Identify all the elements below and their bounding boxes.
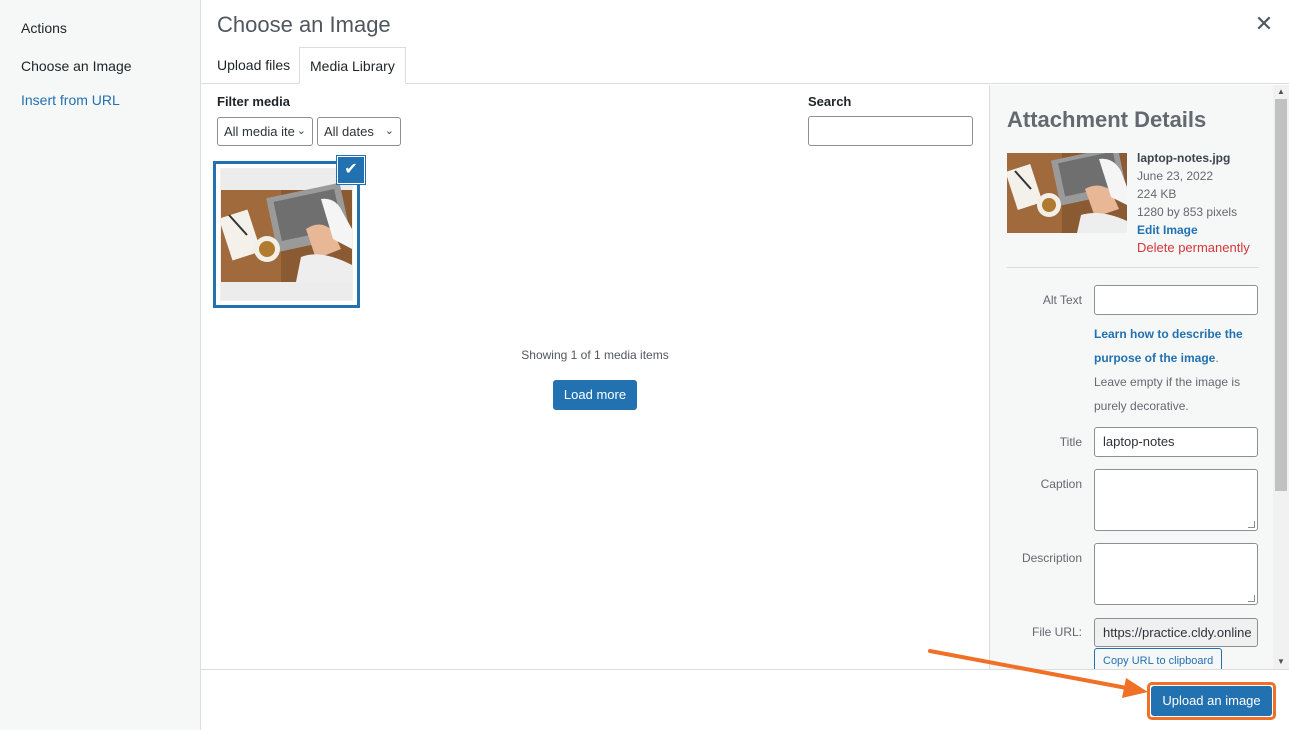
describe-image-link[interactable]: Learn how to describe the purpose of the… — [1094, 327, 1243, 365]
copy-url-button[interactable]: Copy URL to clipboard — [1094, 648, 1223, 669]
menu-heading: Actions — [21, 20, 67, 36]
chevron-down-icon: ⌄ — [296, 125, 306, 137]
caption-textarea[interactable] — [1094, 469, 1258, 531]
chevron-down-icon: ⌄ — [384, 125, 394, 137]
caption-label: Caption — [1040, 477, 1082, 491]
date-filter-select[interactable]: All dates ⌄ — [317, 117, 401, 146]
scroll-thumb[interactable] — [1275, 99, 1287, 491]
close-icon[interactable]: ✕ — [1252, 12, 1276, 36]
date-filter-value: All dates — [324, 124, 374, 139]
scroll-up-icon[interactable]: ▲ — [1273, 85, 1289, 99]
media-menu: Actions Choose an Image Insert from URL — [0, 0, 201, 730]
description-label: Description — [1021, 551, 1082, 565]
alt-text-label: Alt Text — [1042, 293, 1082, 307]
alt-text-input[interactable] — [1094, 285, 1258, 315]
attachment-dimensions: 1280 by 853 pixels — [1137, 205, 1238, 219]
checkmark-icon[interactable]: ✔ — [337, 156, 365, 184]
alt-text-help: Learn how to describe the purpose of the… — [1094, 322, 1254, 418]
laptop-photo-image — [221, 169, 352, 300]
title-input[interactable]: laptop-notes — [1094, 427, 1258, 457]
attachment-filename: laptop-notes.jpg — [1137, 151, 1231, 165]
search-label: Search — [808, 94, 852, 109]
media-type-select[interactable]: All media ite ⌄ — [217, 117, 313, 146]
attachment-size: 224 KB — [1137, 187, 1177, 201]
file-url-label: File URL: — [1031, 625, 1082, 639]
tab-upload-files[interactable]: Upload files — [217, 47, 290, 84]
media-type-value: All media ite — [224, 124, 295, 139]
menu-item-choose-image[interactable]: Choose an Image — [21, 58, 132, 74]
attachment-details-title: Attachment Details — [1007, 107, 1207, 132]
media-toolbar — [201, 669, 1289, 730]
file-url-field[interactable]: https://practice.cldy.online — [1094, 618, 1258, 647]
laptop-photo-preview — [1007, 153, 1127, 233]
tab-media-library[interactable]: Media Library — [299, 47, 406, 84]
attachment-details-sidebar: Attachment Details laptop-notes.jpg June… — [989, 85, 1289, 669]
sidebar-scrollbar[interactable]: ▲ ▼ — [1273, 85, 1289, 669]
load-more-button[interactable]: Load more — [553, 380, 637, 410]
divider — [1007, 267, 1259, 268]
filter-media-label: Filter media — [217, 94, 290, 109]
search-input[interactable] — [808, 116, 973, 146]
attachment-date: June 23, 2022 — [1137, 169, 1214, 183]
media-count-status: Showing 1 of 1 media items — [521, 348, 669, 362]
scroll-down-icon[interactable]: ▼ — [1273, 655, 1289, 669]
attachment-meta: laptop-notes.jpg June 23, 2022 224 KB 12… — [1137, 149, 1250, 257]
edit-image-link[interactable]: Edit Image — [1137, 221, 1250, 239]
menu-item-insert-from-url[interactable]: Insert from URL — [21, 92, 120, 108]
router-tabs: Upload files Media Library — [201, 47, 1289, 84]
upload-image-button[interactable]: Upload an image — [1151, 686, 1272, 716]
description-textarea[interactable] — [1094, 543, 1258, 605]
frame-title: Choose an Image — [217, 12, 391, 37]
delete-permanently-link[interactable]: Delete permanently — [1137, 239, 1250, 257]
title-label: Title — [1059, 435, 1082, 449]
